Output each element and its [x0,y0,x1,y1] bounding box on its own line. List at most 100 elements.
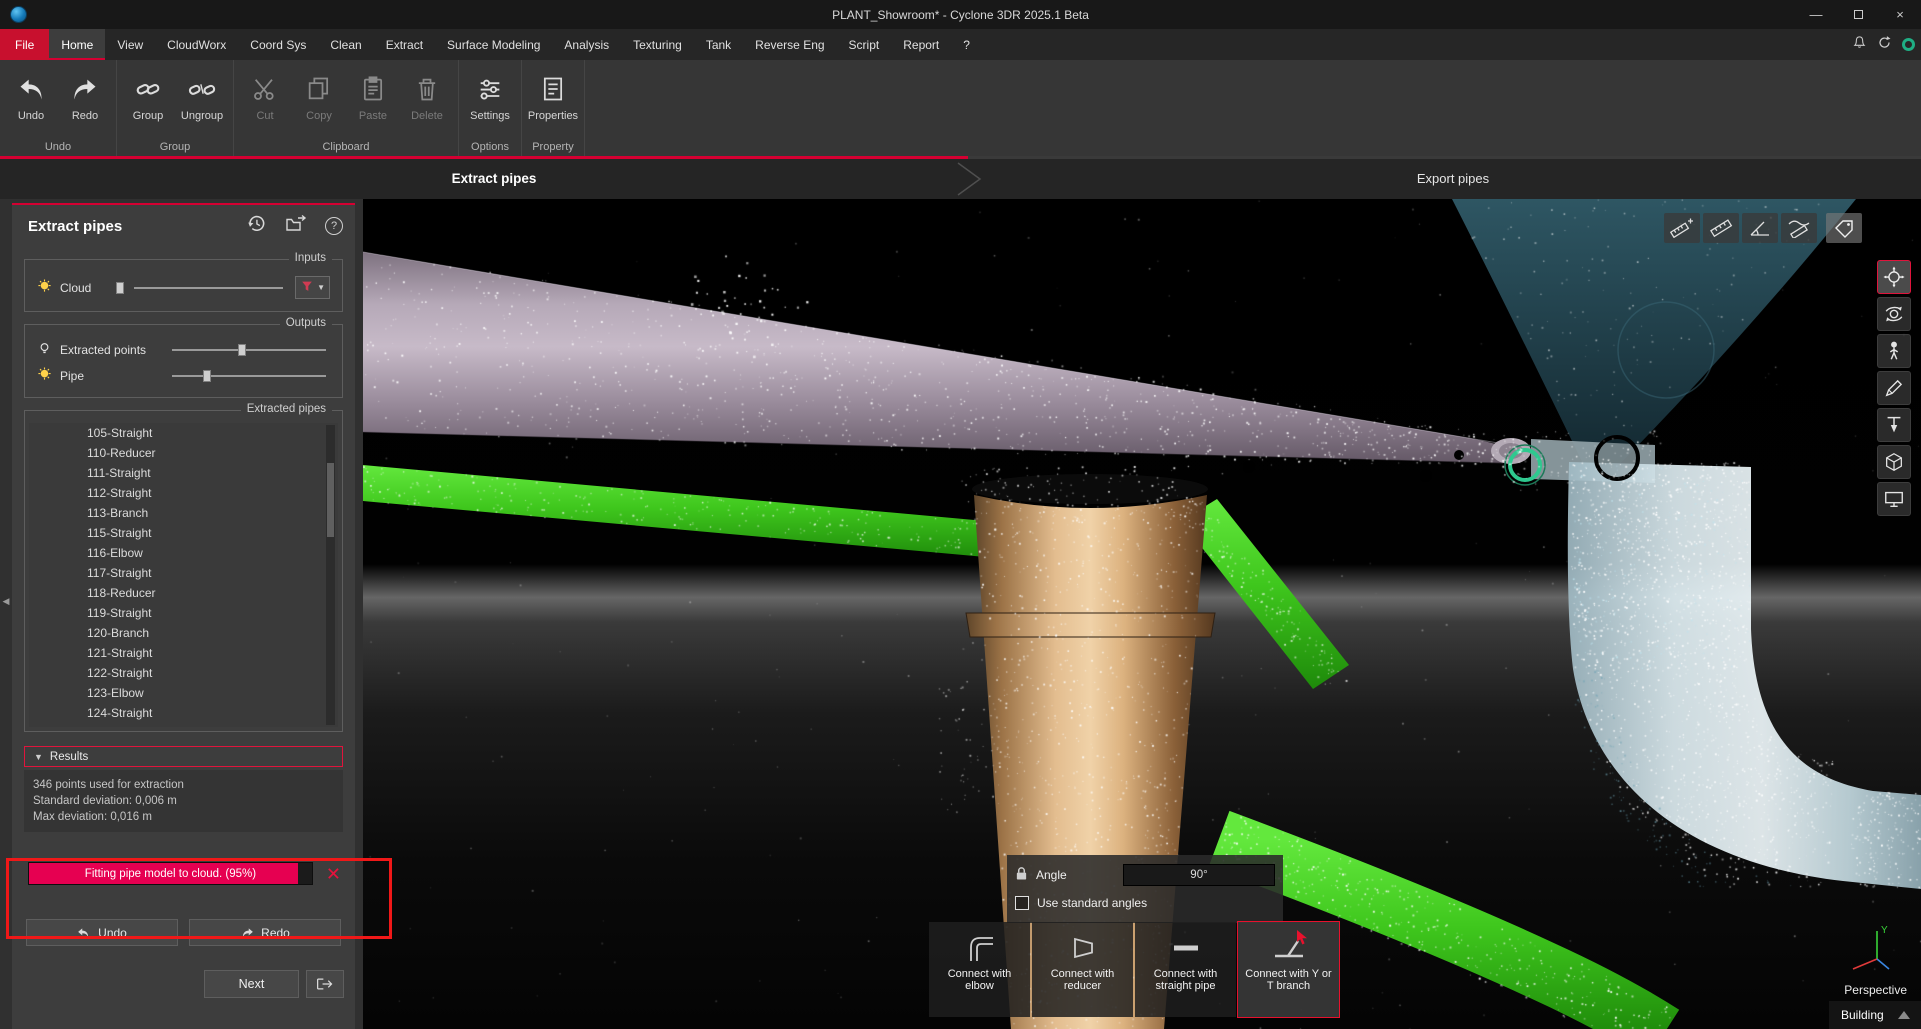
chevron-down-icon: ▼ [317,283,325,292]
menu-cloudworx[interactable]: CloudWorx [155,29,238,60]
properties-button[interactable]: Properties [526,66,580,122]
angle-input[interactable] [1123,864,1275,886]
panel-collapse-icon[interactable]: ◀ [0,590,12,612]
export-step-button[interactable] [306,970,344,998]
pipe-list-item[interactable]: 120-Branch [29,623,338,643]
pipe-list-item[interactable]: 110-Reducer [29,443,338,463]
next-button[interactable]: Next [204,970,299,998]
viewport-3d[interactable]: Angle Use standard angles Connect with e… [363,199,1921,1029]
measure-surface-button[interactable] [1781,213,1817,243]
menu-texturing[interactable]: Texturing [621,29,694,60]
pipe-list-item[interactable]: 105-Straight [29,423,338,443]
menu-file[interactable]: File [0,29,49,60]
pipe-list-item[interactable]: 117-Straight [29,563,338,583]
scrollbar-thumb[interactable] [327,463,334,537]
axis-gizmo[interactable]: Y [1837,923,1895,973]
menu-extract[interactable]: Extract [374,29,435,60]
measure-distance-button[interactable] [1703,213,1739,243]
history-icon[interactable] [246,213,267,239]
walkthrough-tool-button[interactable] [1877,334,1911,368]
extracted-pipes-list[interactable]: 105-Straight 110-Reducer 111-Straight 11… [29,423,338,727]
plumb-tool-button[interactable] [1877,408,1911,442]
menu-coord-sys[interactable]: Coord Sys [238,29,318,60]
cloud-opacity-handle[interactable] [116,282,124,294]
standard-angles-checkbox[interactable] [1015,896,1029,910]
cancel-fitting-icon[interactable]: ✕ [326,865,341,883]
copy-button[interactable]: Copy [292,66,346,122]
viewcube-tool-button[interactable] [1877,445,1911,479]
tab-export-pipes[interactable]: Export pipes [1258,159,1648,199]
pipe-visibility-icon[interactable] [37,367,52,385]
ungroup-button[interactable]: Ungroup [175,66,229,122]
pipes-scrollbar[interactable] [326,425,335,725]
inputs-legend: Inputs [289,252,332,264]
pipe-list-item[interactable]: 113-Branch [29,503,338,523]
measure-angle-button[interactable] [1742,213,1778,243]
menu-surface-modeling[interactable]: Surface Modeling [435,29,552,60]
connect-with-reducer-button[interactable]: Connect with reducer [1032,922,1133,1017]
label-tag-button[interactable] [1826,213,1862,243]
menu-report[interactable]: Report [891,29,951,60]
pipe-list-item[interactable]: 119-Straight [29,603,338,623]
extracted-points-visibility-icon[interactable] [37,341,52,359]
menu-tank[interactable]: Tank [694,29,743,60]
maximize-button[interactable] [1837,0,1879,29]
lock-icon[interactable] [1015,866,1028,884]
pipe-list-item[interactable]: 111-Straight [29,463,338,483]
menu-view[interactable]: View [105,29,155,60]
minimize-icon: — [1810,7,1823,22]
help-icon[interactable]: ? [325,217,343,235]
ribbon-group-options: Settings Options [459,60,522,156]
export-scene-icon[interactable] [285,214,307,238]
draw-tool-button[interactable] [1877,371,1911,405]
panel-redo-button[interactable]: Redo [189,919,341,946]
delete-button[interactable]: Delete [400,66,454,122]
add-measurement-button[interactable] [1664,213,1700,243]
cloud-visibility-icon[interactable] [37,279,52,297]
menu-clean[interactable]: Clean [318,29,373,60]
connect-with-elbow-button[interactable]: Connect with elbow [929,922,1030,1017]
orbit-tool-button[interactable] [1877,260,1911,294]
connect-with-branch-button[interactable]: Connect with Y or T branch [1238,922,1339,1017]
pipe-slider[interactable] [172,375,326,377]
menu-help[interactable]: ? [951,29,982,60]
settings-button[interactable]: Settings [463,66,517,122]
pipe-list-item[interactable]: 115-Straight [29,523,338,543]
cloud-opacity-slider[interactable] [134,287,283,289]
sync-icon[interactable] [1877,35,1892,55]
pipe-handle[interactable] [203,370,211,382]
menu-reverse-eng[interactable]: Reverse Eng [743,29,836,60]
pipe-list-item[interactable]: 121-Straight [29,643,338,663]
pipe-list-item[interactable]: 118-Reducer [29,583,338,603]
menu-analysis[interactable]: Analysis [552,29,621,60]
tab-extract-pipes[interactable]: Extract pipes [300,159,688,199]
account-status-icon[interactable] [1902,38,1915,51]
group-button[interactable]: Group [121,66,175,122]
menu-script[interactable]: Script [837,29,892,60]
pipe-list-item[interactable]: 123-Elbow [29,683,338,703]
paste-button[interactable]: Paste [346,66,400,122]
results-header[interactable]: ▼ Results [24,746,343,767]
undo-button[interactable]: Undo [4,66,58,122]
notifications-bell-icon[interactable] [1852,35,1867,55]
extracted-points-slider[interactable] [172,349,326,351]
pipe-list-item[interactable]: 112-Straight [29,483,338,503]
level-selector[interactable]: Building [1829,1001,1921,1029]
redo-button[interactable]: Redo [58,66,112,122]
pan-rotate-tool-button[interactable] [1877,297,1911,331]
minimize-button[interactable]: — [1795,0,1837,29]
svg-text:Y: Y [1881,925,1888,936]
ribbon-group-group: Group Ungroup Group [117,60,234,156]
panel-undo-button[interactable]: Undo [26,919,178,946]
close-button[interactable]: × [1879,0,1921,29]
pipe-list-item[interactable]: 122-Straight [29,663,338,683]
projection-label[interactable]: Perspective [1844,983,1907,997]
menu-home[interactable]: Home [49,29,105,60]
pipe-list-item[interactable]: 116-Elbow [29,543,338,563]
cloud-filter-button[interactable]: ▼ [295,276,330,299]
pipe-list-item[interactable]: 124-Straight [29,703,338,723]
extracted-points-handle[interactable] [238,344,246,356]
connect-with-straight-pipe-button[interactable]: Connect with straight pipe [1135,922,1236,1017]
screen-projection-tool-button[interactable] [1877,482,1911,516]
cut-button[interactable]: Cut [238,66,292,122]
